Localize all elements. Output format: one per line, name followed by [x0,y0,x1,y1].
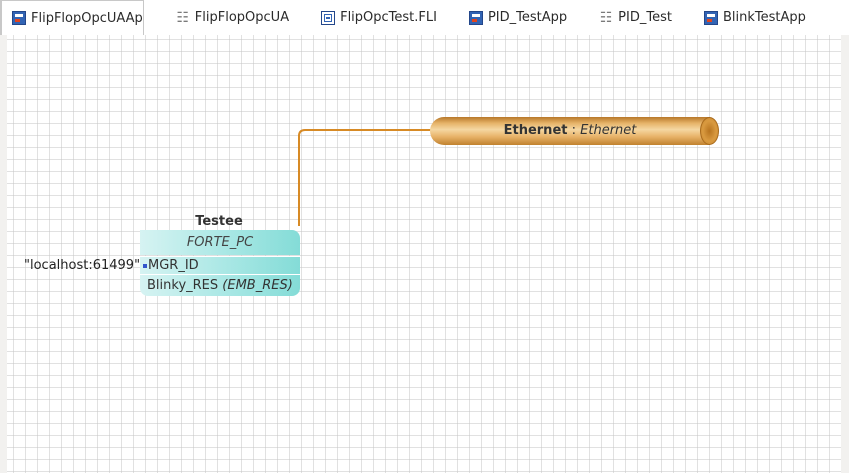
device-type: FORTE_PC [140,230,300,255]
tab-label: FlipFlopOpcUA [194,10,290,25]
system-icon [703,10,718,25]
vertical-scrollbar[interactable] [841,35,849,473]
tab-label: BlinkTestApp [722,10,806,25]
tab-label: FlipFlopOpcUAAp [31,10,143,26]
device-parameter-row: MGR_ID [140,256,300,275]
function-block-type-icon: ☷ [599,9,613,26]
device-block[interactable]: FORTE_PC MGR_ID Blinky_RES (EMB_RES) [140,230,300,296]
segment-separator: : [571,123,581,138]
diagram-canvas[interactable] [0,35,849,473]
tab-label: PID_Test [618,10,672,25]
segment-name: Ethernet [503,123,568,138]
fli-file-icon [321,10,336,25]
tab-flipopctest-fli[interactable]: FlipOpcTest.FLI [315,0,437,35]
tab-flipflopopcuaap[interactable]: FlipFlopOpcUAAp [0,0,144,35]
parameter-name: MGR_ID [148,258,199,273]
parameter-value[interactable]: "localhost:61499" [24,258,140,273]
tab-pid-test[interactable]: ☷ PID_Test [593,0,672,35]
system-icon [12,11,26,25]
function-block-type-icon: ☷ [176,9,190,26]
tab-blinktestapp[interactable]: BlinkTestApp [698,0,806,35]
system-icon [468,10,483,25]
ethernet-segment[interactable]: Ethernet : Ethernet [430,117,719,145]
tab-flipflopopcua[interactable]: ☷ FlipFlopOpcUA [170,0,290,35]
tab-label: FlipOpcTest.FLI [340,10,437,25]
resource-type: (EMB_RES) [222,278,293,293]
segment-label: Ethernet : Ethernet [430,117,710,145]
tab-label: PID_TestApp [487,10,568,25]
resource-name: Blinky_RES [147,278,219,293]
parameter-pin-icon[interactable] [143,264,147,268]
system-configuration-editor: FlipFlopOpcUAAp ☷ FlipFlopOpcUA FlipOpcT… [0,0,849,473]
segment-type: Ethernet [580,123,637,138]
device-name[interactable]: Testee [194,214,244,229]
tab-pid-testapp[interactable]: PID_TestApp [463,0,567,35]
editor-tab-bar: FlipFlopOpcUAAp ☷ FlipFlopOpcUA FlipOpcT… [0,0,849,36]
resource-row[interactable]: Blinky_RES (EMB_RES) [140,275,300,296]
